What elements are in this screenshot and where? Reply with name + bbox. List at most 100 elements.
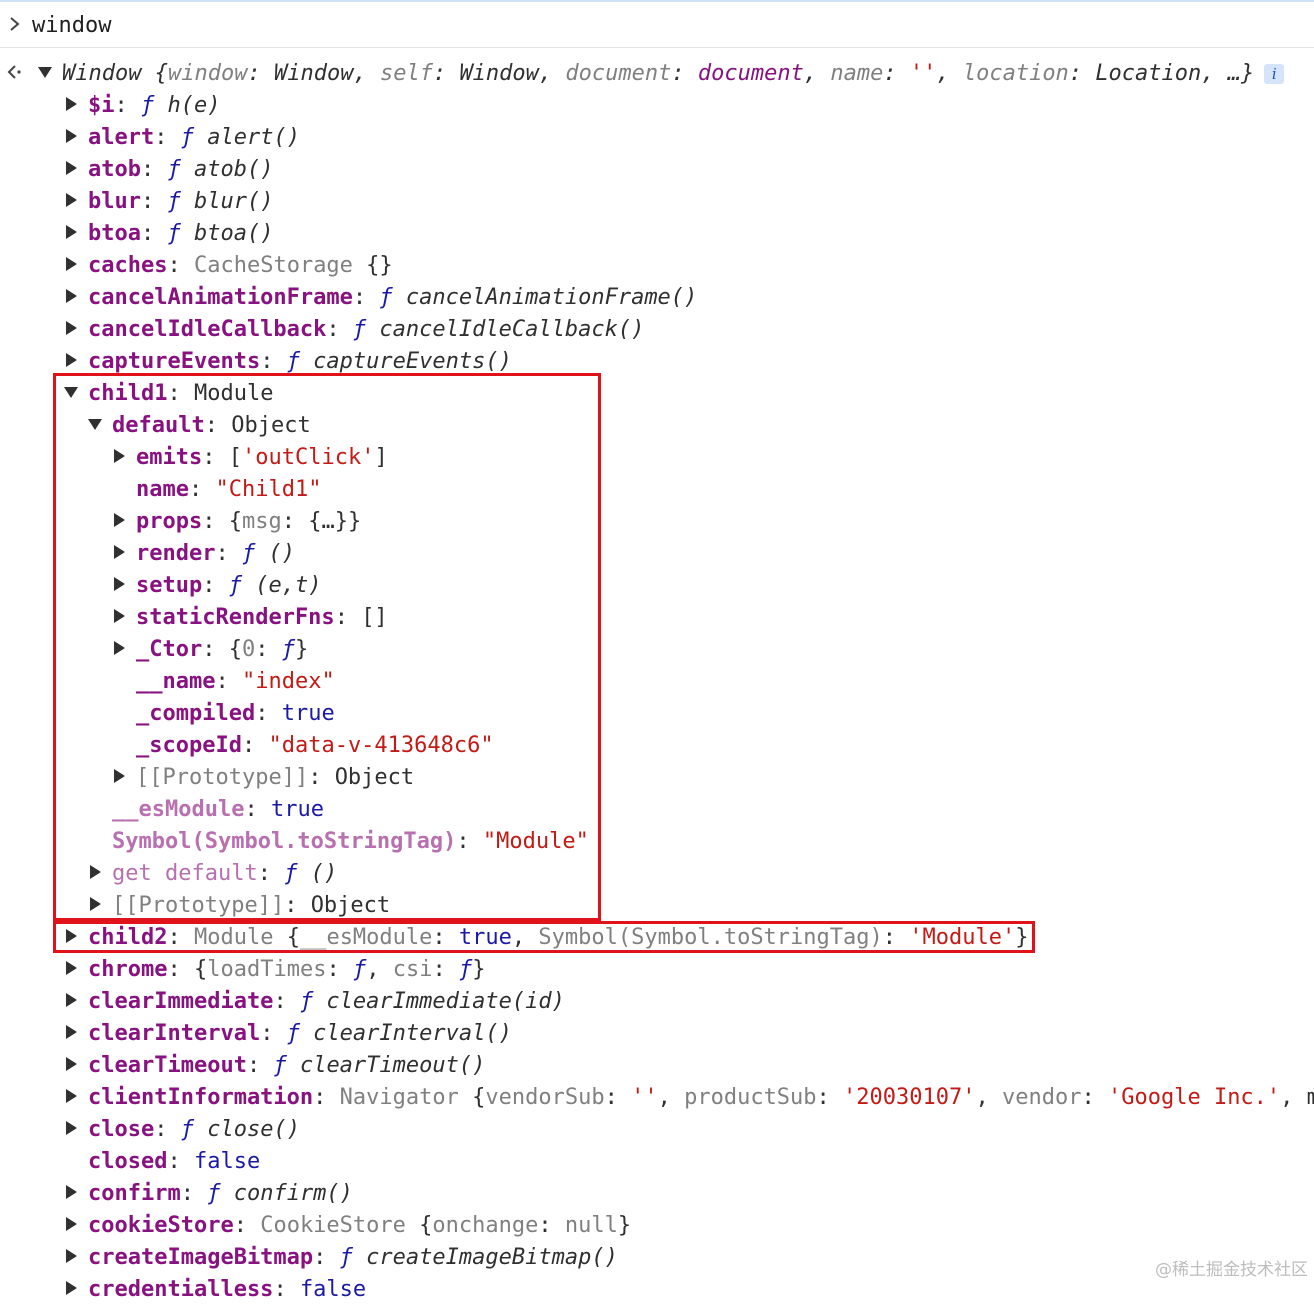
expand-triangle-icon[interactable] <box>114 769 125 783</box>
collapse-triangle-icon[interactable] <box>64 386 78 398</box>
expand-triangle-icon[interactable] <box>90 865 101 879</box>
expand-triangle-icon[interactable] <box>114 545 125 559</box>
property-row[interactable]: close: ƒ close() <box>64 1114 300 1146</box>
expand-triangle-icon[interactable] <box>66 1089 77 1103</box>
expand-triangle-icon[interactable] <box>66 1217 77 1231</box>
property-row[interactable]: blur: ƒ blur() <box>64 186 273 218</box>
expand-triangle-icon[interactable] <box>38 66 52 78</box>
info-icon[interactable]: i <box>1264 64 1285 84</box>
property-key: clearTimeout <box>88 1053 247 1078</box>
property-row: Symbol(Symbol.toStringTag): "Module" <box>88 826 589 858</box>
expand-triangle-icon[interactable] <box>90 897 101 911</box>
expand-triangle-icon[interactable] <box>114 609 125 623</box>
property-key: close <box>88 1117 155 1142</box>
expand-triangle-icon[interactable] <box>66 929 77 943</box>
property-row[interactable]: emits: ['outClick'] <box>112 442 388 474</box>
property-row[interactable]: createImageBitmap: ƒ createImageBitmap() <box>64 1242 618 1274</box>
property-value-token: cancelAnimationFrame() <box>392 285 698 310</box>
property-row[interactable]: [[Prototype]]: Object <box>88 890 390 922</box>
property-row[interactable]: render: ƒ () <box>112 538 295 570</box>
property-key: blur <box>88 189 141 214</box>
property-row[interactable]: props: {msg: {…}} <box>112 506 361 538</box>
expand-triangle-icon[interactable] <box>66 1025 77 1039</box>
property-value-token: ƒ <box>286 349 300 374</box>
expand-triangle-icon[interactable] <box>114 577 125 591</box>
property-value-token: "Module" <box>482 829 589 854</box>
property-row[interactable]: clientInformation: Navigator {vendorSub:… <box>64 1082 1314 1114</box>
property-row[interactable]: child1: Module <box>64 378 273 410</box>
property-value-token: ƒ <box>352 317 367 342</box>
window-summary-row[interactable]: Window {window: Window, self: Window, do… <box>38 58 1285 90</box>
expand-triangle-icon[interactable] <box>66 353 77 367</box>
property-value-token: ƒ <box>167 189 181 214</box>
expand-triangle-icon[interactable] <box>114 641 125 655</box>
property-row[interactable]: credentialless: false <box>64 1274 366 1306</box>
expand-triangle-icon[interactable] <box>66 1185 77 1199</box>
property-row[interactable]: cookieStore: CookieStore {onchange: null… <box>64 1210 631 1242</box>
expand-triangle-icon[interactable] <box>66 225 77 239</box>
console-input-row[interactable]: window <box>0 2 1314 48</box>
property-value-token: { <box>419 1213 433 1238</box>
property-value-token: ƒ <box>180 125 194 150</box>
property-row[interactable]: captureEvents: ƒ captureEvents() <box>64 346 512 378</box>
property-colon: : <box>167 957 194 982</box>
result-return-icon <box>7 65 21 79</box>
property-value-token: , <box>657 1085 685 1110</box>
property-colon: : <box>284 893 311 918</box>
property-row[interactable]: cancelAnimationFrame: ƒ cancelAnimationF… <box>64 282 697 314</box>
property-row[interactable]: btoa: ƒ btoa() <box>64 218 273 250</box>
property-row[interactable]: caches: CacheStorage {} <box>64 250 393 282</box>
property-colon: : <box>244 797 271 822</box>
property-row[interactable]: get default: ƒ () <box>88 858 337 890</box>
property-key: cancelAnimationFrame <box>88 285 353 310</box>
property-row[interactable]: chrome: {loadTimes: ƒ, csi: ƒ} <box>64 954 485 986</box>
expand-triangle-icon[interactable] <box>66 993 77 1007</box>
property-row[interactable]: [[Prototype]]: Object <box>112 762 414 794</box>
summary-prop-key: name <box>830 61 884 86</box>
property-row[interactable]: clearInterval: ƒ clearInterval() <box>64 1018 512 1050</box>
property-row[interactable]: setup: ƒ (e,t) <box>112 570 321 602</box>
property-row[interactable]: child2: Module {__esModule: true, Symbol… <box>64 922 1028 954</box>
property-colon: : <box>188 477 216 502</box>
summary-colon: : <box>671 61 698 86</box>
property-row[interactable]: clearTimeout: ƒ clearTimeout() <box>64 1050 485 1082</box>
property-value-token: vendor <box>1002 1085 1082 1110</box>
expand-triangle-icon[interactable] <box>114 449 125 463</box>
property-value-token: vendorSub <box>485 1085 605 1110</box>
property-colon: : <box>273 989 300 1014</box>
property-value-token: { <box>472 1085 486 1110</box>
property-row[interactable]: confirm: ƒ confirm() <box>64 1178 353 1210</box>
expand-triangle-icon[interactable] <box>66 97 77 111</box>
property-value-token: 0 <box>241 637 256 662</box>
property-row[interactable]: atob: ƒ atob() <box>64 154 273 186</box>
summary-comma: , <box>803 61 831 86</box>
expand-triangle-icon[interactable] <box>114 513 125 527</box>
expand-triangle-icon[interactable] <box>66 1281 77 1295</box>
property-row[interactable]: default: Object <box>88 410 311 442</box>
expand-triangle-icon[interactable] <box>66 129 77 143</box>
property-key: child2 <box>88 925 168 950</box>
property-value-token: : <box>538 1213 565 1238</box>
expand-triangle-icon[interactable] <box>66 289 77 303</box>
property-value-token: CacheStorage <box>193 253 353 278</box>
collapse-triangle-icon[interactable] <box>88 418 102 430</box>
expand-triangle-icon[interactable] <box>66 1121 77 1135</box>
expand-triangle-icon[interactable] <box>66 161 77 175</box>
property-row[interactable]: $i: ƒ h(e) <box>64 90 220 122</box>
property-row[interactable]: _Ctor: {0: ƒ} <box>112 634 308 666</box>
summary-prop-value: Window <box>459 61 539 86</box>
expand-triangle-icon[interactable] <box>66 1057 77 1071</box>
property-row[interactable]: cancelIdleCallback: ƒ cancelIdleCallback… <box>64 314 644 346</box>
property-row[interactable]: alert: ƒ alert() <box>64 122 300 154</box>
expand-triangle-icon[interactable] <box>66 961 77 975</box>
property-row[interactable]: clearImmediate: ƒ clearImmediate(id) <box>64 986 565 1018</box>
property-value-token: clearTimeout() <box>286 1053 486 1078</box>
expand-triangle-icon[interactable] <box>66 193 77 207</box>
expand-triangle-icon[interactable] <box>66 321 77 335</box>
summary-comma: , <box>538 61 566 86</box>
property-row[interactable]: staticRenderFns: [] <box>112 602 388 634</box>
property-value-token: ƒ <box>352 957 367 982</box>
expand-triangle-icon[interactable] <box>66 1249 77 1263</box>
expand-triangle-icon[interactable] <box>66 257 77 271</box>
